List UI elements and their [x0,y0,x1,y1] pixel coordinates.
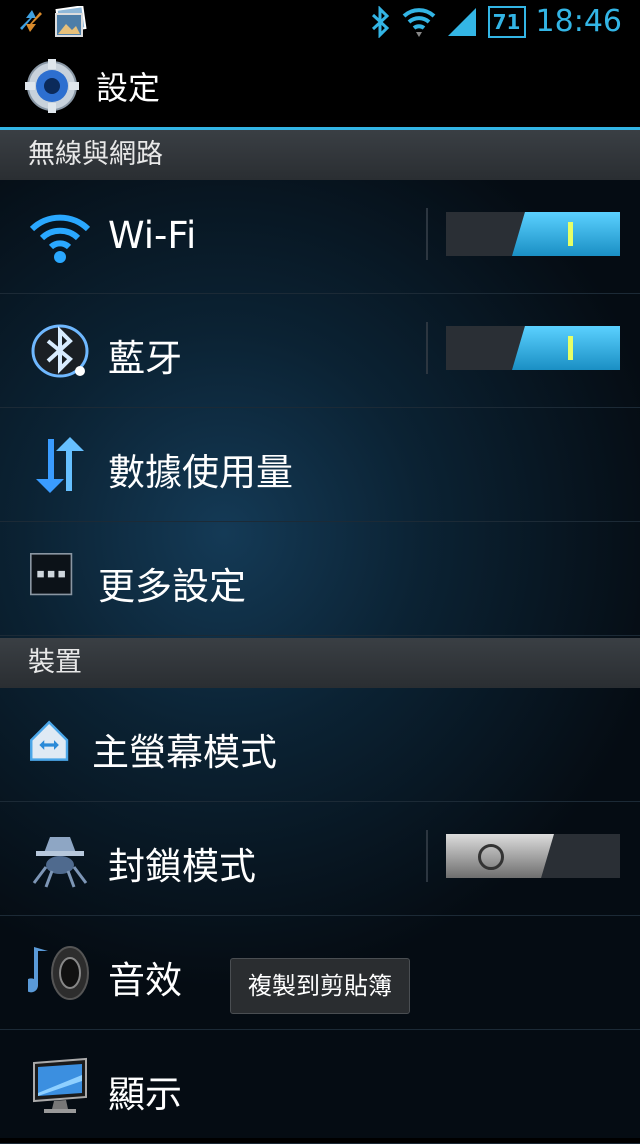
list-item-wifi[interactable]: Wi-Fi [0,180,640,294]
status-bar: 71 18:46 [0,0,640,45]
toggle-on-mark [568,222,573,246]
switch-container [426,322,620,374]
block-mode-icon [32,837,88,888]
list-item-blocking-mode[interactable]: 封鎖模式 [0,802,640,916]
toggle-on-mark [568,336,573,360]
list-item-label: 數據使用量 [108,451,293,494]
clock: 18:46 [535,4,622,39]
list-item-display[interactable]: 顯示 [0,1030,640,1144]
bluetooth-icon [371,5,389,38]
list-item-label: Wi-Fi [108,214,197,257]
bluetooth-toggle[interactable] [446,326,620,370]
list-item-label: 更多設定 [98,565,246,608]
list-item-label: 顯示 [108,1073,182,1116]
wifi-icon [402,7,435,37]
list-item-data-usage[interactable]: 數據使用量 [0,408,640,522]
sync-arrows-icon [20,10,42,32]
toast-message: 複製到剪貼簿 [230,958,410,1014]
list-item-label: 藍牙 [108,337,182,380]
display-icon [33,1057,87,1113]
section-header-device: 裝置 [0,638,640,688]
more-icon [30,553,73,596]
settings-gear-icon[interactable] [24,58,80,114]
signal-icon [447,7,476,36]
list-item-label: 音效 [108,959,182,1002]
page-title: 設定 [96,69,161,107]
list-item-more-settings[interactable]: 更多設定 [0,522,640,636]
toggle-off-thumb [446,834,554,878]
list-item-label: 封鎖模式 [108,845,256,888]
switch-container [426,830,620,882]
gallery-icon [55,6,87,37]
list-item-home-mode[interactable]: 主螢幕模式 [0,688,640,802]
bluetooth-icon [31,324,89,378]
list-item-label: 主螢幕模式 [92,731,277,774]
divider [426,830,428,882]
toggle-on-thumb [512,326,620,370]
data-usage-icon [36,437,84,493]
wifi-icon [29,214,91,263]
battery-indicator: 71 [487,5,526,38]
toggle-on-thumb [512,212,620,256]
list-item-bluetooth[interactable]: 藍牙 [0,294,640,408]
blocking-mode-toggle[interactable] [446,834,620,878]
toggle-off-ring [478,844,504,870]
divider [426,322,428,374]
home-icon [30,720,69,761]
wifi-toggle[interactable] [446,212,620,256]
speaker-icon [28,946,89,1000]
switch-container [426,208,620,260]
divider [426,208,428,260]
section-header-wireless: 無線與網路 [0,130,640,180]
action-bar: 設定 [0,45,640,130]
